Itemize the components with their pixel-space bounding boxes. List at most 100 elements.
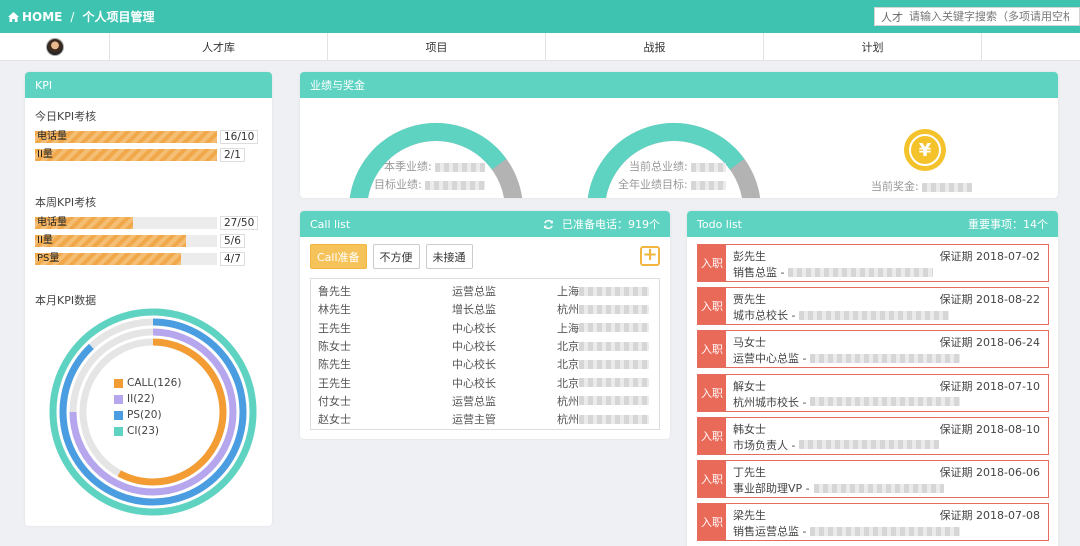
call-blurred-company [579,414,649,424]
avatar[interactable] [45,37,64,56]
call-location: 杭州 [557,411,659,427]
todo-body: 解女士 保证期 2018-07-10 杭州城市校长 - [726,375,1048,411]
call-location: 北京 [557,356,659,372]
todo-period: 保证期 2018-08-10 [939,422,1040,436]
legend-item[interactable]: PS(20) [114,407,181,423]
nav-item-projects[interactable]: 项目 [328,33,546,60]
call-blurred-company [579,323,649,333]
kpi-week-bars: 电话量 27/50 II量 5/6 PS量 4/7 [25,215,272,266]
call-title: 增长总监 [452,303,496,317]
todo-item[interactable]: 入职 韩女士 保证期 2018-08-10 市场负责人 - [697,416,1049,455]
performance-panel: 业绩与奖金 本季业绩: 目标业绩: 当前总业绩: 全年业绩目标: ¥ 当前奖金: [300,72,1058,198]
table-row[interactable]: 陈女士 中心校长 北京 [311,337,659,355]
call-location: 北京 [557,338,659,354]
nav-avatar-cell[interactable] [0,33,110,60]
todo-top-row: 韩女士 保证期 2018-08-10 [733,421,1040,437]
call-title: 中心校长 [452,358,496,372]
todo-body: 丁先生 保证期 2018-06-06 事业部助理VP - [726,461,1048,497]
bonus-label-row: 当前奖金: [871,178,973,196]
call-blurred-company [579,341,649,351]
todo-item[interactable]: 入职 解女士 保证期 2018-07-10 杭州城市校长 - [697,373,1049,412]
table-row[interactable]: 王先生 中心校长 北京 [311,373,659,391]
call-list-title: Call list [310,217,351,231]
todo-top-row: 马女士 保证期 2018-06-24 [733,334,1040,350]
kpi-panel: KPI 今日KPI考核 电话量 16/10 II量 2/1 本周KPI考核 电话量 27… [25,72,272,526]
search-input[interactable] [909,10,1069,23]
todo-bottom-row: 城市总校长 - [733,307,1040,323]
performance-panel-title: 业绩与奖金 [310,79,365,92]
kpi-week-bar: 电话量 [35,216,217,229]
nav-item-talent-pool[interactable]: 人才库 [110,33,328,60]
kpi-week-bar-row: 电话量 27/50 [35,215,272,230]
todo-body: 梁先生 保证期 2018-07-08 销售运营总监 - [726,504,1048,540]
todo-item[interactable]: 入职 贾先生 保证期 2018-08-22 城市总校长 - [697,287,1049,326]
legend-swatch [114,394,123,404]
table-row[interactable]: 陈先生 中心校长 北京 [311,355,659,373]
call-title: 中心校长 [452,340,496,354]
legend-swatch [114,410,123,420]
todo-tag: 入职 [698,288,726,325]
bonus-value [922,182,973,192]
nav-item-reports[interactable]: 战报 [546,33,764,60]
gauge1-target-label: 目标业绩: [374,178,422,191]
call-title: 运营主管 [452,413,496,427]
legend-item[interactable]: II(22) [114,391,181,407]
no-answer-button[interactable]: 未接通 [425,244,473,269]
search-box: 人才 [874,7,1080,26]
kpi-today-bar-row: II量 2/1 [35,147,272,162]
refresh-icon[interactable] [543,219,554,230]
breadcrumb-home-link[interactable]: HOME [22,10,62,24]
call-ready-count: 已准备电话：919个 [562,218,660,231]
call-city: 杭州 [557,303,579,317]
todo-important-count: 重要事项：14个 [968,218,1048,231]
todo-role: 事业部助理VP - [733,482,810,495]
gauge2-target-label: 全年业绩目标: [618,178,688,191]
table-row[interactable]: 付女士 运营总监 杭州 [311,392,659,410]
gauge1-current-label: 本季业绩: [384,160,432,173]
gauge1-labels: 本季业绩: 目标业绩: [374,158,486,194]
call-prepare-button[interactable]: Call准备 [310,244,367,269]
add-call-button[interactable]: + [640,246,660,266]
kpi-today-bar-row: 电话量 16/10 [35,129,272,144]
todo-period: 保证期 2018-07-08 [939,509,1040,523]
call-blurred-company [579,378,649,388]
todo-bottom-row: 事业部助理VP - [733,480,1040,496]
todo-tag: 入职 [698,374,726,411]
kpi-today-bar: II量 [35,148,217,161]
call-name: 陈女士 [318,340,351,354]
todo-name: 解女士 [733,379,766,393]
legend-item[interactable]: CI(23) [114,423,181,439]
kpi-week-bar-value: 5/6 [220,233,245,248]
todo-role: 杭州城市校长 - [733,395,807,409]
todo-tag: 入职 [698,245,726,281]
legend-item[interactable]: CALL(126) [114,375,181,391]
todo-role: 销售运营总监 - [733,525,807,539]
search-scope-select[interactable]: 人才 [875,9,909,25]
kpi-today-bar-value: 16/10 [220,129,259,144]
todo-role: 市场负责人 - [733,438,796,452]
inconvenient-button[interactable]: 不方便 [372,244,420,269]
todo-bottom-row: 杭州城市校长 - [733,394,1040,410]
legend-swatch [114,426,123,436]
todo-item[interactable]: 入职 彭先生 保证期 2018-07-02 销售总监 - [697,244,1049,282]
call-city: 杭州 [557,413,579,427]
call-city: 北京 [557,340,579,354]
todo-body: 韩女士 保证期 2018-08-10 市场负责人 - [726,418,1048,454]
todo-tag: 入职 [698,417,726,454]
todo-item[interactable]: 入职 丁先生 保证期 2018-06-06 事业部助理VP - [697,460,1049,498]
table-row[interactable]: 王先生 中心校长 上海 [311,319,659,337]
kpi-today-bar-label: 电话量 [37,130,67,142]
kpi-today-bar: 电话量 [35,130,217,143]
legend-label: II(22) [127,393,155,405]
table-row[interactable]: 林先生 增长总监 杭州 [311,300,659,318]
kpi-month-legend: CALL(126) II(22) PS(20) CI(23) [114,375,181,439]
todo-item[interactable]: 入职 梁先生 保证期 2018-07-08 销售运营总监 - [697,503,1049,542]
nav-item-plans[interactable]: 计划 [764,33,982,60]
todo-item[interactable]: 入职 马女士 保证期 2018-06-24 运营中心总监 - [697,330,1049,369]
table-row[interactable]: 赵女士 运营主管 杭州 [311,410,659,428]
todo-body: 马女士 保证期 2018-06-24 运营中心总监 - [726,331,1048,367]
gauge1-current-value [435,162,486,172]
gauge2-current-label: 当前总业绩: [629,160,688,173]
table-row[interactable]: 鲁先生 运营总监 上海 [311,282,659,300]
todo-name: 梁先生 [733,509,766,523]
